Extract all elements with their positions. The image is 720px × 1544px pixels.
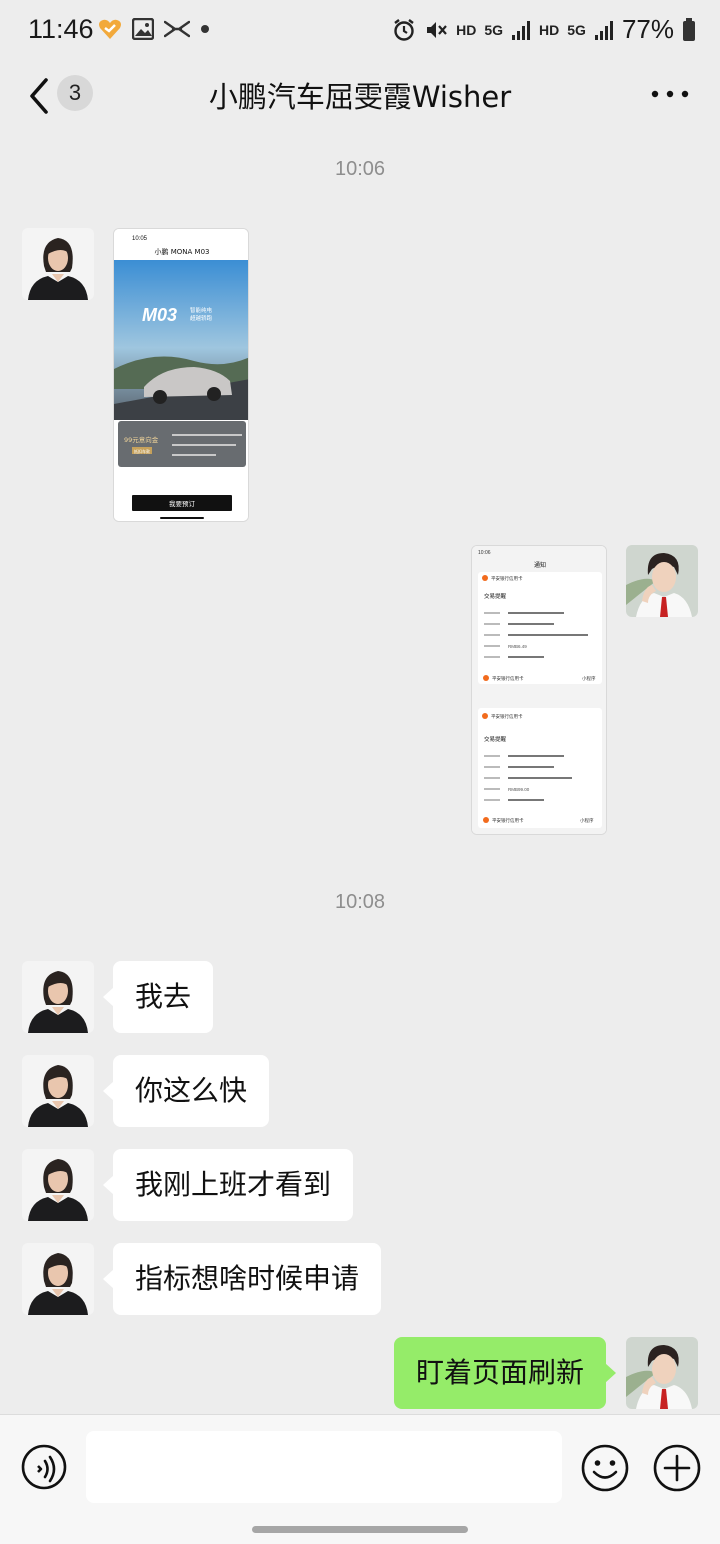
notice-footer-link-2: 小程序 — [580, 817, 594, 824]
car-ad-hero-model: M03 — [142, 305, 177, 325]
avatar-contact[interactable] — [22, 1055, 94, 1127]
signal-icon-2 — [594, 20, 613, 40]
dot-icon — [201, 25, 209, 33]
mute-icon — [427, 21, 447, 38]
car-ad-time: 10:05 — [132, 236, 148, 242]
timestamp: 10:08 — [334, 891, 386, 913]
notice-section-1: 交易提醒 — [484, 592, 507, 600]
message-bubble[interactable]: 我去 — [102, 961, 214, 1033]
contact-portrait — [22, 1149, 94, 1221]
status-bar: 11:46 HD 5G HD 5G 77% — [0, 0, 720, 62]
message-bubble[interactable]: 我刚上班才看到 — [102, 1149, 354, 1221]
more-icon[interactable] — [650, 84, 690, 104]
status-left-icons — [98, 18, 210, 40]
heart-app-icon — [99, 19, 121, 39]
self-portrait — [626, 545, 698, 617]
car-ad-hero-tag2: 超越轿跑 — [190, 314, 213, 322]
status-time: 11:46 — [28, 14, 94, 44]
car-ad-screenshot: 10:05 小鹏 MONA M03 M03 智能纯电 超越轿跑 99元意向金 抵… — [114, 229, 248, 521]
avatar-self[interactable] — [626, 545, 698, 617]
notice-amount-2: RMB99.00 — [508, 787, 530, 792]
timestamp: 10:06 — [334, 158, 386, 180]
emoji-icon[interactable] — [580, 1443, 630, 1493]
notice-time: 10:06 — [478, 550, 491, 556]
contact-portrait — [22, 228, 94, 300]
notice-footer-bank-1: 平安银行信用卡 — [492, 675, 524, 682]
home-indicator[interactable] — [252, 1526, 468, 1533]
alarm-icon — [394, 18, 414, 41]
notice-bank-2: 平安银行信用卡 — [491, 713, 523, 720]
message-bubble[interactable]: 指标想啥时候申请 — [102, 1243, 382, 1315]
notice-section-2: 交易提醒 — [484, 735, 507, 743]
gallery-icon — [132, 18, 154, 40]
image-message-payment-notice[interactable]: 10:06 通知 平安银行信用卡 交易提醒 RMB6.49 平安银行信用卡 小程… — [471, 545, 607, 835]
notice-bank-1: 平安银行信用卡 — [491, 575, 523, 582]
message-input[interactable] — [86, 1431, 562, 1503]
contact-portrait — [22, 1243, 94, 1315]
image-message-car-ad[interactable]: 10:05 小鹏 MONA M03 M03 智能纯电 超越轿跑 99元意向金 抵… — [113, 228, 249, 522]
contact-portrait — [22, 961, 94, 1033]
message-bubble-self[interactable]: 盯着页面刷新 — [393, 1337, 617, 1409]
plus-icon[interactable] — [652, 1443, 702, 1493]
chat-header: 3 小鹏汽车屈雯霞Wisher — [0, 62, 720, 134]
notice-amount-1: RMB6.49 — [508, 644, 527, 649]
payment-notice-screenshot: 10:06 通知 平安银行信用卡 交易提醒 RMB6.49 平安银行信用卡 小程… — [472, 546, 606, 834]
avatar-contact[interactable] — [22, 1149, 94, 1221]
notice-footer-link-1: 小程序 — [582, 675, 596, 682]
chat-title: 小鹏汽车屈雯霞Wisher — [208, 80, 512, 114]
car-ad-hero-tag1: 智能纯电 — [190, 306, 213, 314]
avatar-contact[interactable] — [22, 961, 94, 1033]
hd-label-1: HD — [456, 21, 477, 38]
signal-icon-1 — [512, 20, 531, 40]
avatar-self[interactable] — [626, 1337, 698, 1409]
car-ad-title: 小鹏 MONA M03 — [155, 247, 210, 256]
self-portrait — [626, 1337, 698, 1409]
battery-icon — [683, 17, 695, 41]
avatar-contact[interactable] — [22, 228, 94, 300]
status-right-icons: HD 5G HD 5G 77% — [392, 14, 696, 45]
message-bubble[interactable]: 你这么快 — [102, 1055, 270, 1127]
car-ad-button: 我要预订 — [169, 499, 196, 508]
input-bar — [0, 1414, 720, 1544]
notice-footer-bank-2: 平安银行信用卡 — [492, 817, 524, 824]
avatar-contact[interactable] — [22, 1243, 94, 1315]
car-ad-deposit-title: 99元意向金 — [124, 435, 159, 444]
voice-icon[interactable] — [20, 1443, 68, 1491]
notice-title: 通知 — [534, 561, 546, 569]
network-5g-2: 5G — [567, 21, 586, 38]
network-5g-1: 5G — [484, 21, 504, 38]
battery-percent: 77% — [621, 14, 674, 44]
hd-label-2: HD — [539, 21, 560, 38]
car-ad-deposit-tag: 抵扣车款 — [134, 448, 150, 454]
xpeng-app-icon — [164, 20, 190, 38]
contact-portrait — [22, 1055, 94, 1127]
